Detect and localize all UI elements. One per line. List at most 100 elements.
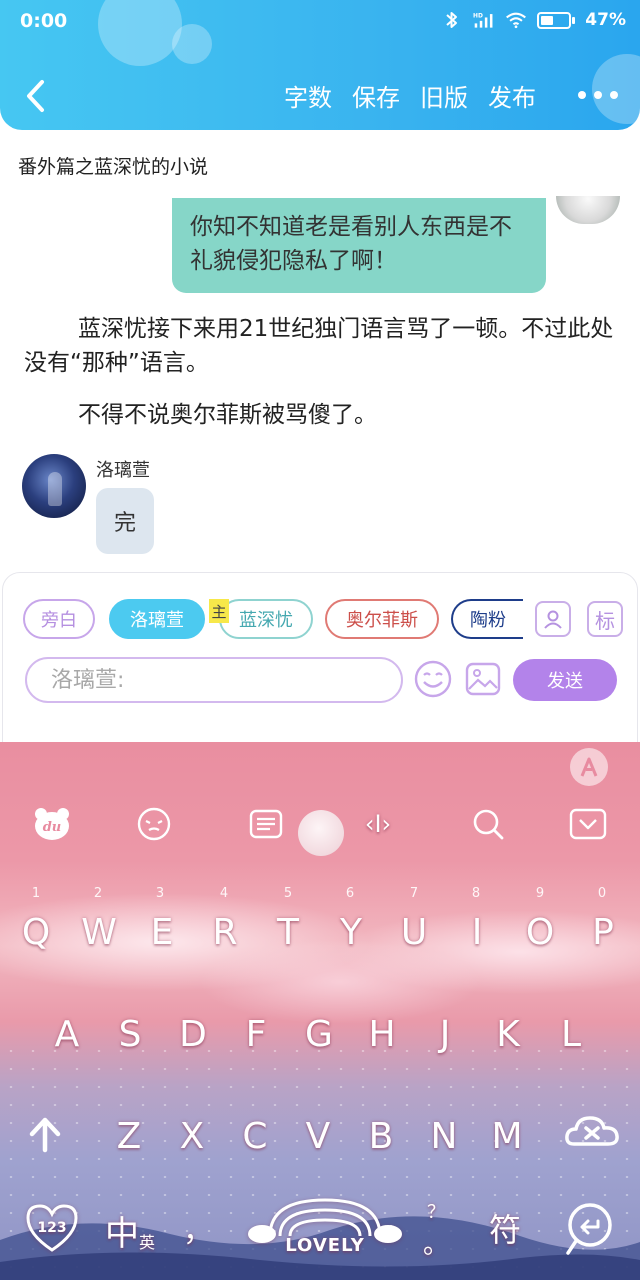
chapter-title: 番外篇之蓝深忧的小说: [18, 156, 209, 178]
avatar[interactable]: [22, 454, 86, 518]
battery-level: [541, 15, 554, 25]
key-b[interactable]: B: [356, 1106, 406, 1166]
key-r[interactable]: R: [200, 902, 250, 962]
key-i[interactable]: I: [452, 902, 502, 962]
save-button[interactable]: 保存: [352, 78, 400, 113]
hd-label: HD: [473, 13, 483, 19]
numbers-key[interactable]: 123: [22, 1198, 82, 1258]
du-bear-icon[interactable]: du: [32, 804, 72, 844]
enter-arrow-icon: [566, 1203, 612, 1255]
publish-button[interactable]: 发布: [488, 78, 536, 113]
key-v[interactable]: V: [293, 1106, 343, 1166]
key-j[interactable]: J: [420, 1004, 470, 1064]
nav-bar: 字数 保存 旧版 发布: [0, 68, 640, 124]
app-header: 0:00 HD 47% 字数 保存 旧版 发布: [0, 0, 640, 130]
tag-button[interactable]: 标: [587, 601, 623, 637]
moon-decoration: [298, 810, 344, 856]
battery-percent: 47%: [585, 10, 626, 30]
status-icons: HD 47%: [441, 10, 626, 30]
key-d[interactable]: D: [168, 1004, 218, 1064]
keyboard: du ‹I› 1 2 3 4 5 6 7 8 9 0 Q W E R T Y U…: [0, 742, 640, 1280]
period-key[interactable]: ？ 。: [418, 1194, 454, 1264]
old-version-button[interactable]: 旧版: [420, 78, 468, 113]
key-p[interactable]: P: [578, 902, 628, 962]
chat-bubble-right[interactable]: 你知不知道老是看别人东西是不礼貌侵犯隐私了啊！: [172, 198, 546, 293]
key-u[interactable]: U: [389, 902, 439, 962]
period-key-label: 。: [422, 1229, 449, 1260]
key-hint: 9: [535, 886, 545, 901]
emoji-button[interactable]: [413, 659, 453, 699]
comma-key[interactable]: ，: [178, 1198, 218, 1258]
key-k[interactable]: K: [483, 1004, 533, 1064]
clipboard-icon[interactable]: [246, 804, 286, 844]
role-chip-orpheus[interactable]: 奥尔菲斯: [325, 599, 439, 639]
status-bar: 0:00 HD 47%: [0, 0, 640, 44]
shift-key[interactable]: [20, 1104, 70, 1164]
key-q[interactable]: Q: [11, 902, 61, 962]
search-icon[interactable]: [468, 804, 508, 844]
chat-bubble-left[interactable]: 完: [96, 488, 154, 554]
language-key[interactable]: 中 英: [100, 1200, 160, 1260]
key-f[interactable]: F: [231, 1004, 281, 1064]
skin-button[interactable]: [570, 748, 608, 786]
space-key-label: LOVELY: [285, 1234, 365, 1256]
text-cursor-icon[interactable]: ‹I›: [354, 800, 402, 848]
key-m[interactable]: M: [482, 1106, 532, 1166]
avatar[interactable]: [556, 196, 620, 224]
enter-key[interactable]: [562, 1194, 622, 1260]
key-hint: 7: [409, 886, 419, 901]
word-count-button[interactable]: 字数: [284, 78, 332, 113]
key-hint: 6: [345, 886, 355, 901]
back-button[interactable]: [18, 76, 54, 116]
wifi-icon: [506, 12, 527, 29]
add-role-button[interactable]: [535, 601, 571, 637]
status-time: 0:00: [20, 10, 68, 32]
shift-arrow-icon: [29, 1117, 61, 1153]
main-role-badge: 主: [209, 599, 229, 623]
message-input[interactable]: [25, 657, 403, 703]
role-selector: 旁白 洛璃萱 蓝深忧 奥尔菲斯 陶粉: [23, 599, 523, 643]
key-n[interactable]: N: [419, 1106, 469, 1166]
key-a[interactable]: A: [42, 1004, 92, 1064]
question-mark-hint: ？: [427, 1201, 445, 1223]
microphone-icon[interactable]: [384, 1224, 398, 1242]
signal-icon: HD: [473, 13, 493, 28]
nav-actions: 字数 保存 旧版 发布: [284, 78, 536, 113]
svg-text:du: du: [43, 820, 62, 835]
key-w[interactable]: W: [74, 902, 124, 962]
key-l[interactable]: L: [546, 1004, 596, 1064]
key-t[interactable]: T: [263, 902, 313, 962]
more-dots-icon: [578, 91, 586, 99]
key-hint: 2: [93, 886, 103, 901]
chevron-left-icon: [27, 80, 44, 112]
key-e[interactable]: E: [137, 902, 187, 962]
key-g[interactable]: G: [294, 1004, 344, 1064]
key-c[interactable]: C: [230, 1106, 280, 1166]
bluetooth-icon: [446, 12, 458, 28]
role-chip-narrator[interactable]: 旁白: [23, 599, 95, 639]
collapse-keyboard-icon[interactable]: [568, 804, 608, 844]
role-chip-lan-shenyou[interactable]: 蓝深忧: [219, 599, 313, 639]
key-s[interactable]: S: [105, 1004, 155, 1064]
role-chip-luo-lixuan[interactable]: 洛璃萱: [109, 599, 205, 639]
symbol-key[interactable]: 符: [480, 1198, 530, 1258]
key-z[interactable]: Z: [104, 1106, 154, 1166]
key-y[interactable]: Y: [326, 902, 376, 962]
user-icon: [544, 610, 562, 629]
emoji-face-icon[interactable]: [134, 804, 174, 844]
key-h[interactable]: H: [357, 1004, 407, 1064]
delete-key[interactable]: [562, 1104, 622, 1164]
language-key-label: 中: [104, 1213, 139, 1254]
send-button[interactable]: 发送: [513, 659, 617, 701]
role-chip-tao-fen[interactable]: 陶粉: [451, 599, 523, 639]
narration-paragraph[interactable]: 蓝深忧接下来用21世纪独门语言骂了一顿。不过此处没有“那种”语言。: [24, 312, 614, 380]
key-hint: 5: [283, 886, 293, 901]
key-o[interactable]: O: [515, 902, 565, 962]
key-hint: 3: [155, 886, 165, 901]
key-hint: 8: [471, 886, 481, 901]
key-x[interactable]: X: [167, 1106, 217, 1166]
more-button[interactable]: [578, 80, 618, 110]
image-button[interactable]: [463, 659, 503, 699]
narration-paragraph[interactable]: 不得不说奥尔菲斯被骂傻了。: [24, 398, 614, 432]
key-hint: 0: [597, 886, 607, 901]
